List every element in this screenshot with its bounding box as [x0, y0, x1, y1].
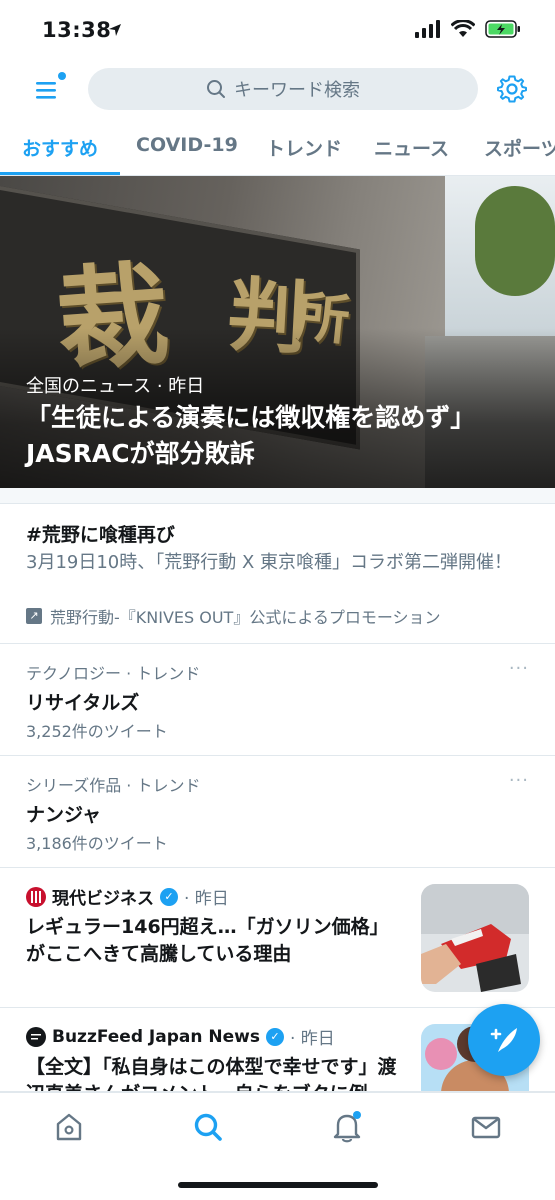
status-bar: 13:38	[0, 0, 555, 60]
promoted-by-label: 荒野行動-『KNIVES OUT』公式によるプロモーション	[50, 608, 441, 627]
home-indicator	[178, 1182, 378, 1188]
top-header: キーワード検索	[0, 60, 555, 120]
more-options-icon[interactable]: ···	[509, 658, 529, 679]
hero-card[interactable]: 裁 判 所 全国のニュース · 昨日 「生徒による演奏には徴収権を認めず」JAS…	[0, 176, 555, 488]
settings-button[interactable]	[497, 74, 527, 104]
trend-name: ナンジャ	[26, 804, 102, 826]
news-time: · 昨日	[184, 889, 229, 909]
section-divider	[0, 488, 555, 504]
promoted-trend-title: #荒野に喰種再び	[26, 524, 175, 546]
trend-tweet-count: 3,252件のツイート	[26, 722, 168, 741]
tab-active-indicator	[0, 172, 120, 175]
hero-meta: 全国のニュース · 昨日	[26, 376, 205, 397]
menu-button[interactable]	[30, 72, 66, 108]
trend-tweet-count: 3,186件のツイート	[26, 834, 168, 853]
location-arrow-icon	[108, 22, 122, 41]
hero-image-tree	[475, 186, 555, 296]
search-input[interactable]: キーワード検索	[88, 68, 478, 110]
tab-recommended[interactable]: おすすめ	[22, 134, 98, 161]
news-title: 【全文】「私自身はこの体型で幸せです」渡辺直美さんがコメント。自らをブタに例	[26, 1056, 397, 1091]
news-source-name: 現代ビジネス	[52, 889, 154, 909]
promoted-icon: ↗	[26, 608, 42, 624]
mail-icon	[471, 1116, 501, 1139]
search-icon	[194, 1113, 222, 1141]
nav-notifications[interactable]	[327, 1107, 367, 1147]
bell-icon	[333, 1111, 361, 1143]
compose-tweet-button[interactable]	[468, 1004, 540, 1076]
tab-trends[interactable]: トレンド	[266, 134, 342, 161]
home-icon	[56, 1113, 82, 1141]
notification-dot	[58, 72, 66, 80]
news-source: BuzzFeed Japan News ✓ · 昨日	[26, 1024, 335, 1049]
promoted-trend-description: 3月19日10時、「荒野行動 X 東京喰種」コラボ第二弾開催！	[26, 552, 513, 573]
status-icons	[415, 20, 521, 38]
bottom-navigation	[0, 1092, 555, 1200]
gear-icon	[497, 75, 527, 103]
news-item[interactable]: 現代ビジネス ✓ · 昨日 レギュラー146円超え…「ガソリン価格」がここへきて…	[0, 868, 555, 1008]
nav-explore[interactable]	[188, 1107, 228, 1147]
tab-news[interactable]: ニュース	[374, 134, 449, 161]
trend-category: テクノロジー · トレンド	[26, 664, 201, 683]
compose-icon	[490, 1028, 517, 1052]
status-time: 13:38	[42, 18, 112, 42]
news-source: 現代ビジネス ✓ · 昨日	[26, 884, 229, 909]
news-thumbnail	[421, 884, 529, 992]
nav-home[interactable]	[49, 1107, 89, 1147]
search-icon	[207, 80, 225, 98]
wifi-icon	[451, 20, 475, 37]
signal-icon	[415, 20, 440, 38]
more-options-icon[interactable]: ···	[509, 770, 529, 791]
news-source-name: BuzzFeed Japan News	[52, 1026, 260, 1047]
verified-icon: ✓	[265, 1027, 284, 1046]
trend-name: リサイタルズ	[26, 692, 140, 714]
trend-category: シリーズ作品 · トレンド	[26, 776, 201, 795]
trend-item[interactable]: シリーズ作品 · トレンド ナンジャ 3,186件のツイート ···	[0, 756, 555, 868]
hero-title: 「生徒による演奏には徴収権を認めず」JASRACが部分敗訴	[26, 403, 476, 469]
nav-messages[interactable]	[466, 1107, 506, 1147]
promoted-by: ↗ 荒野行動-『KNIVES OUT』公式によるプロモーション	[26, 604, 441, 628]
buzzfeed-logo-icon	[26, 1026, 46, 1047]
search-placeholder: キーワード検索	[234, 80, 360, 101]
news-time: · 昨日	[289, 1029, 335, 1049]
tab-covid19[interactable]: COVID-19	[136, 134, 238, 156]
trend-item[interactable]: テクノロジー · トレンド リサイタルズ 3,252件のツイート ···	[0, 644, 555, 756]
battery-icon	[485, 20, 520, 38]
gendai-logo-icon	[26, 886, 46, 907]
explore-tabs: おすすめ COVID-19 トレンド ニュース スポーツ	[0, 120, 555, 176]
promoted-trend[interactable]: #荒野に喰種再び 3月19日10時、「荒野行動 X 東京喰種」コラボ第二弾開催！…	[0, 504, 555, 644]
news-title: レギュラー146円超え…「ガソリン価格」がここへきて高騰している理由	[26, 916, 389, 965]
tab-sports[interactable]: スポーツ	[484, 134, 555, 161]
verified-icon: ✓	[160, 887, 178, 906]
